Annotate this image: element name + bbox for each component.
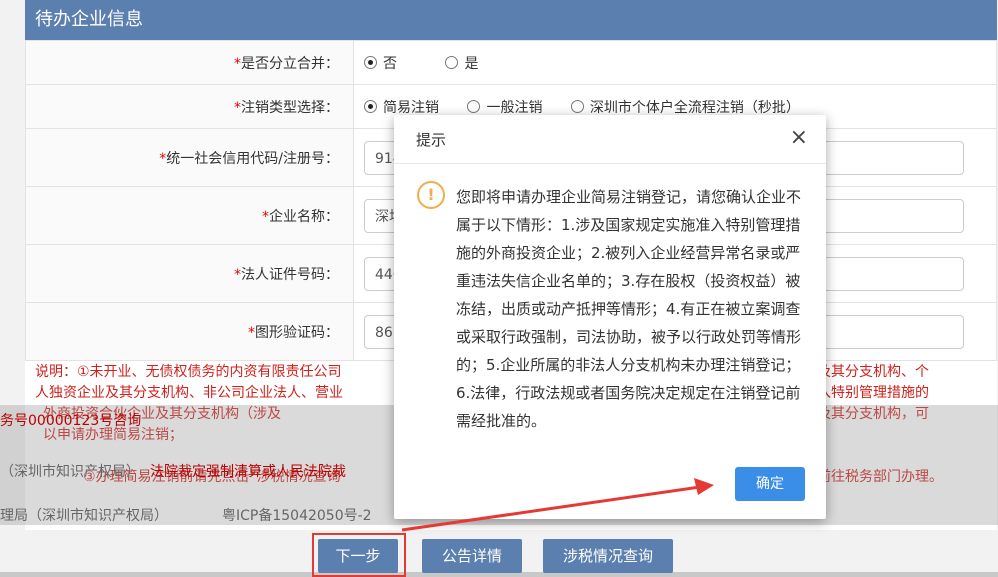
annotation-arrow-icon — [401, 478, 714, 532]
page: 待办企业信息 *是否分立合并： 否 是 *注销类型选择： 简易注销 一般注销 深… — [0, 0, 998, 577]
